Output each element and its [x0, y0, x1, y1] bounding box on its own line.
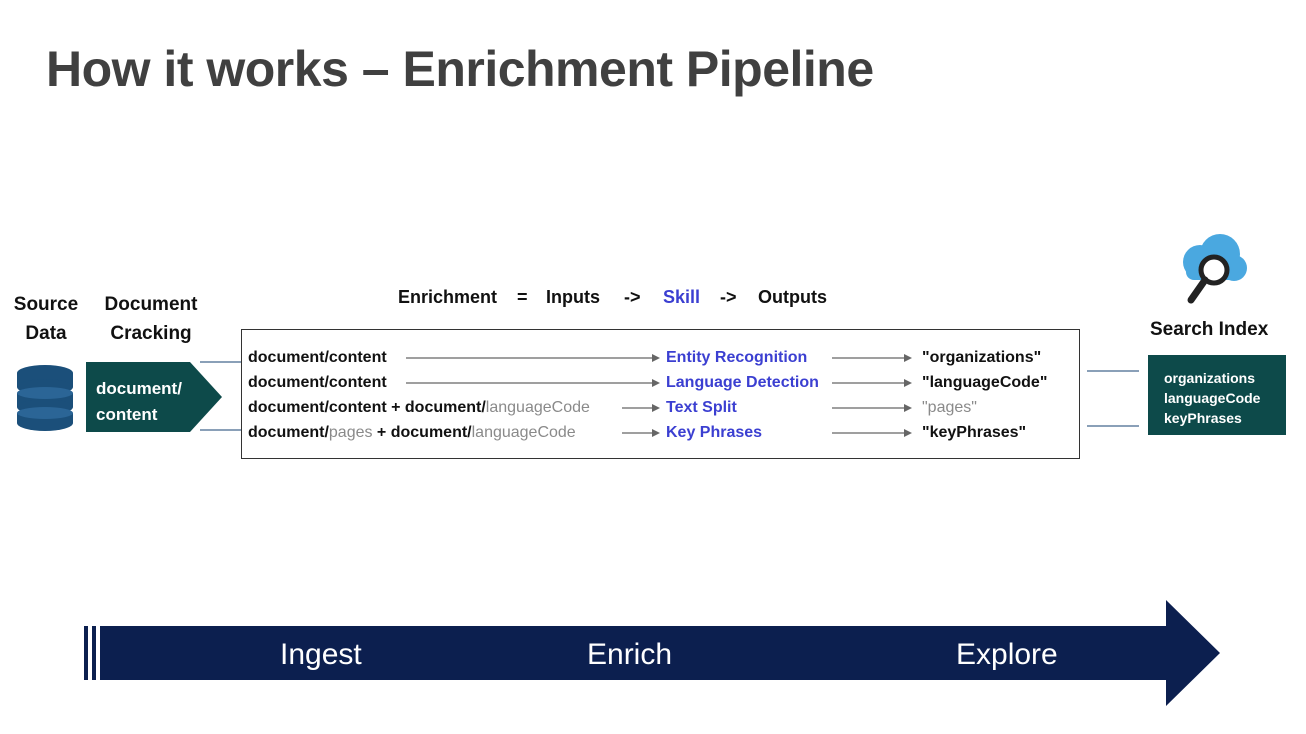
connector-right-bottom	[1087, 425, 1139, 427]
row-input-part: document/content	[248, 349, 387, 366]
row-input-part: document/content + document/	[248, 399, 486, 416]
equation-inputs: Inputs	[546, 287, 600, 307]
connector-left-top	[200, 361, 241, 363]
row-input: document/content	[248, 370, 387, 395]
row-arrow-to-skill	[622, 429, 660, 437]
row-input: document/content + document/languageCode	[248, 395, 590, 420]
row-arrow-to-skill	[406, 354, 660, 362]
search-index-field: languageCode	[1164, 390, 1261, 406]
connector-left-bottom	[200, 429, 241, 431]
row-skill: Key Phrases	[666, 424, 763, 441]
row-skill: Language Detection	[666, 374, 819, 391]
row-output: "organizations"	[922, 349, 1042, 366]
source-data-label: Source Data	[10, 290, 82, 348]
connector-right-top	[1087, 370, 1139, 372]
equation-skill: Skill	[663, 287, 701, 307]
database-icon	[17, 365, 73, 431]
source-data-label-line1: Source	[13, 294, 79, 315]
document-cracking-label-line1: Document	[104, 294, 198, 315]
row-input-part: document/	[248, 424, 329, 441]
document-cracking-box-line1: document/	[96, 379, 182, 398]
row-skill: Entity Recognition	[666, 349, 808, 366]
search-index-box: organizations languageCode keyPhrases	[1148, 355, 1286, 435]
row-input-part: pages	[328, 424, 373, 441]
source-data-label-line2: Data	[25, 323, 67, 344]
equation-arrow-1: ->	[624, 287, 641, 307]
row-input: document/pages + document/languageCode	[248, 420, 576, 445]
row-input: document/content	[248, 345, 387, 370]
row-arrow-to-skill	[622, 404, 660, 412]
search-index-field: organizations	[1164, 370, 1256, 386]
row-arrow-to-output	[832, 354, 912, 362]
cloud-search-icon	[1183, 234, 1247, 304]
search-index-field: keyPhrases	[1164, 410, 1242, 426]
row-arrow-to-output	[832, 379, 912, 387]
row-skill: Text Split	[666, 399, 737, 416]
page-title: How it works – Enrichment Pipeline	[46, 41, 874, 97]
row-arrow-to-skill	[406, 379, 660, 387]
row-output: "languageCode"	[922, 374, 1048, 391]
row-arrow-to-output	[832, 429, 912, 437]
row-input-part: + document/	[372, 424, 472, 441]
equation-arrow-2: ->	[720, 287, 737, 307]
equation-enrichment: Enrichment	[398, 287, 498, 307]
document-cracking-box-line2: content	[96, 405, 158, 424]
search-index-label: Search Index	[1150, 319, 1269, 340]
equation-outputs: Outputs	[758, 287, 827, 307]
row-output: "keyPhrases"	[922, 424, 1027, 441]
row-arrow-to-output	[832, 404, 912, 412]
stage-ingest: Ingest	[280, 638, 362, 671]
row-input-part: languageCode	[485, 399, 590, 416]
row-output: "pages"	[922, 399, 977, 416]
document-cracking-label-line2: Cracking	[110, 323, 192, 344]
document-cracking-box-text: document/ content	[96, 376, 182, 428]
document-cracking-label: Document Cracking	[96, 290, 206, 348]
stage-enrich: Enrich	[587, 638, 673, 671]
row-input-part: document/content	[248, 374, 387, 391]
row-input-part: languageCode	[471, 424, 576, 441]
equation-equals: =	[517, 287, 528, 307]
stage-explore: Explore	[956, 638, 1058, 671]
